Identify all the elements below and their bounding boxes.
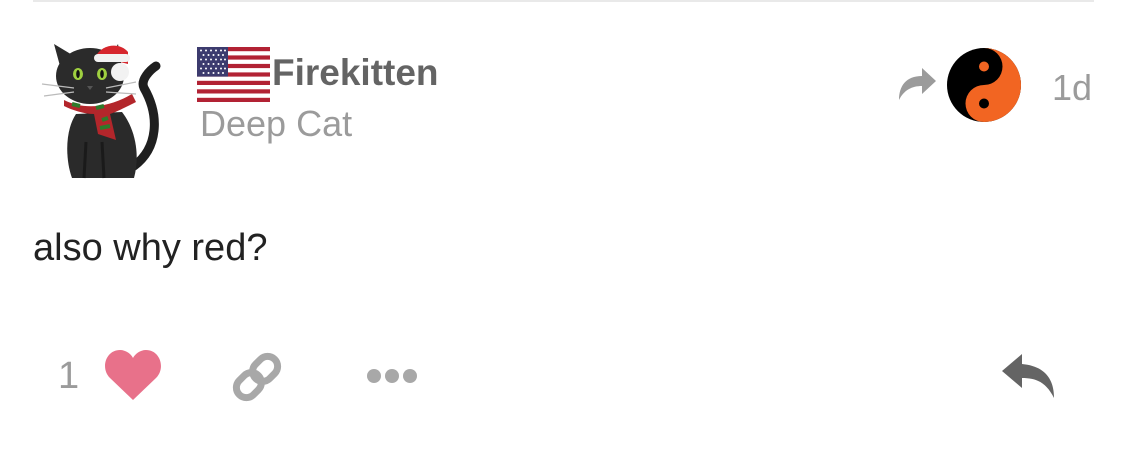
- like-button[interactable]: [104, 348, 162, 402]
- author-username[interactable]: Firekitten: [272, 52, 439, 94]
- post-body: also why red?: [33, 227, 268, 269]
- reply-button[interactable]: [1000, 352, 1058, 400]
- yin-yang-icon: [947, 48, 1021, 122]
- author-avatar[interactable]: [36, 44, 162, 184]
- top-divider: [33, 0, 1094, 2]
- link-icon: [232, 352, 282, 402]
- more-button[interactable]: [364, 362, 420, 390]
- black-cat-santa-hat-avatar-icon: [41, 44, 161, 179]
- us-flag-icon: [197, 47, 270, 102]
- ellipsis-icon: [367, 369, 417, 383]
- link-button[interactable]: [228, 348, 286, 406]
- share-arrow-icon: [896, 66, 938, 102]
- heart-icon: [105, 350, 161, 400]
- author-title: Deep Cat: [200, 103, 353, 144]
- post-date[interactable]: 1d: [1052, 67, 1092, 109]
- like-count[interactable]: 1: [58, 354, 79, 398]
- reply-icon: [1002, 354, 1054, 398]
- reply-to-avatar[interactable]: [946, 47, 1022, 123]
